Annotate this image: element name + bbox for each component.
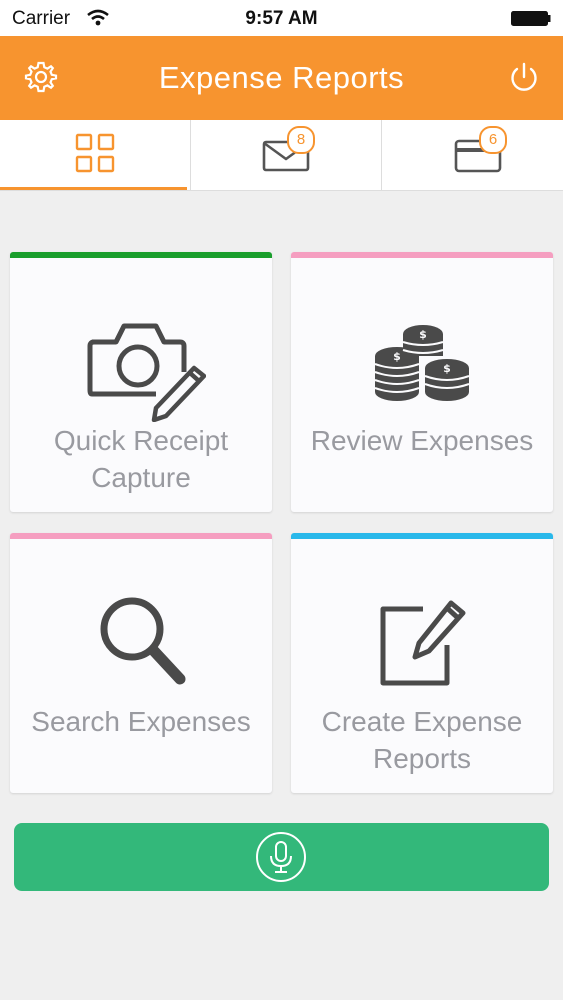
edit-icon	[380, 600, 466, 686]
page-title: Expense Reports	[158, 60, 405, 95]
messages-badge: 8	[287, 126, 315, 154]
voice-input-button[interactable]	[14, 823, 549, 891]
coins-icon: $ $ $	[374, 325, 470, 401]
review-expenses-tile[interactable]: $ $ $ Review Expenses	[291, 252, 553, 512]
tile-label: Review Expenses	[310, 425, 534, 456]
header-bar: Expense Reports	[0, 36, 563, 120]
power-icon[interactable]	[507, 61, 541, 95]
tile-accent-bar	[10, 533, 272, 539]
search-expenses-tile[interactable]: Search Expenses	[10, 533, 272, 793]
svg-text:$: $	[419, 328, 427, 341]
microphone-icon	[256, 832, 306, 882]
tab-messages[interactable]: 8	[190, 120, 378, 190]
status-bar: Carrier 9:57 AM	[0, 0, 563, 36]
tile-label: Create Expense Reports	[321, 706, 523, 774]
battery-icon	[511, 11, 551, 26]
camera-pencil-icon	[87, 323, 206, 422]
magnifier-icon	[100, 597, 186, 685]
grid-icon	[75, 133, 115, 173]
clock: 9:57 AM	[245, 8, 318, 29]
tile-accent-bar	[291, 252, 553, 258]
tab-dashboard[interactable]	[0, 120, 187, 190]
quick-receipt-capture-tile[interactable]: Quick Receipt Capture	[10, 252, 272, 512]
svg-text:$: $	[443, 362, 451, 375]
tab-bar: 8 6	[0, 120, 563, 191]
tile-label: Search Expenses	[31, 706, 251, 737]
tile-accent-bar	[10, 252, 272, 258]
tab-cards[interactable]: 6	[381, 120, 563, 190]
create-expense-reports-tile[interactable]: Create Expense Reports	[291, 533, 553, 793]
svg-text:$: $	[393, 350, 401, 363]
cards-badge: 6	[479, 126, 507, 154]
tile-accent-bar	[291, 533, 553, 539]
tile-label: Quick Receipt Capture	[53, 425, 229, 493]
